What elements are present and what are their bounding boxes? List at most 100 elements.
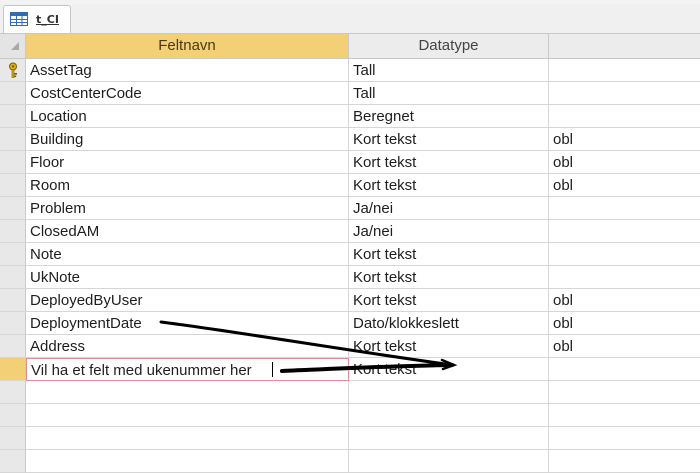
description-cell[interactable] xyxy=(549,59,700,82)
description-cell[interactable] xyxy=(549,381,700,404)
select-all-corner[interactable] xyxy=(0,34,26,58)
field-name-cell[interactable]: Room xyxy=(26,174,349,197)
data-type-cell[interactable]: Kort tekst xyxy=(349,243,549,266)
field-name-cell[interactable] xyxy=(26,404,349,427)
data-type-cell[interactable]: Kort tekst xyxy=(349,289,549,312)
field-name-cell[interactable]: Building xyxy=(26,128,349,151)
row-selector[interactable] xyxy=(0,151,26,174)
field-name-cell[interactable] xyxy=(26,427,349,450)
description-cell[interactable] xyxy=(549,450,700,473)
data-type-cell[interactable]: Dato/klokkeslett xyxy=(349,312,549,335)
table-row[interactable]: Problem Ja/nei xyxy=(0,197,700,220)
column-header-description[interactable] xyxy=(549,34,700,58)
primary-key-icon xyxy=(9,62,17,78)
field-name-cell[interactable]: ClosedAM xyxy=(26,220,349,243)
data-type-cell[interactable] xyxy=(349,427,549,450)
field-name-cell[interactable] xyxy=(26,381,349,404)
field-name-cell[interactable]: AssetTag xyxy=(26,59,349,82)
table-row[interactable]: AssetTag Tall xyxy=(0,59,700,82)
description-cell[interactable] xyxy=(549,82,700,105)
table-row[interactable] xyxy=(0,450,700,473)
description-cell[interactable] xyxy=(549,266,700,289)
row-selector[interactable] xyxy=(0,174,26,197)
data-type-cell[interactable] xyxy=(349,381,549,404)
table-row[interactable]: ClosedAM Ja/nei xyxy=(0,220,700,243)
row-selector[interactable] xyxy=(0,266,26,289)
description-cell[interactable]: obl xyxy=(549,128,700,151)
description-cell[interactable]: obl xyxy=(549,174,700,197)
text-cursor xyxy=(272,362,273,377)
field-name-cell[interactable]: Vil ha et felt med ukenummer her xyxy=(26,358,349,381)
row-selector[interactable] xyxy=(0,381,26,404)
description-cell[interactable] xyxy=(549,105,700,128)
data-type-cell[interactable]: Kort tekst xyxy=(349,128,549,151)
description-cell[interactable] xyxy=(549,197,700,220)
tab-title: t_CI xyxy=(36,13,59,26)
table-row[interactable] xyxy=(0,381,700,404)
row-selector[interactable] xyxy=(0,82,26,105)
field-name-cell[interactable]: DeployedByUser xyxy=(26,289,349,312)
table-row[interactable]: Note Kort tekst xyxy=(0,243,700,266)
table-row[interactable] xyxy=(0,427,700,450)
data-type-cell[interactable] xyxy=(349,404,549,427)
table-icon xyxy=(10,12,28,26)
table-row[interactable]: Vil ha et felt med ukenummer her Kort tek… xyxy=(0,358,700,381)
table-row[interactable]: CostCenterCode Tall xyxy=(0,82,700,105)
row-selector[interactable] xyxy=(0,243,26,266)
description-cell[interactable] xyxy=(549,427,700,450)
field-name-cell[interactable]: Note xyxy=(26,243,349,266)
description-cell[interactable] xyxy=(549,358,700,381)
table-row[interactable]: Floor Kort tekst obl xyxy=(0,151,700,174)
row-selector[interactable] xyxy=(0,59,26,82)
data-type-cell[interactable]: Ja/nei xyxy=(349,197,549,220)
field-name-cell[interactable]: Location xyxy=(26,105,349,128)
column-header-datatype[interactable]: Datatype xyxy=(349,34,549,58)
data-type-cell[interactable]: Ja/nei xyxy=(349,220,549,243)
row-selector[interactable] xyxy=(0,312,26,335)
field-name-cell[interactable]: UkNote xyxy=(26,266,349,289)
table-row[interactable]: Address Kort tekst obl xyxy=(0,335,700,358)
data-type-cell[interactable]: Tall xyxy=(349,59,549,82)
table-row[interactable]: DeploymentDate Dato/klokkeslett obl xyxy=(0,312,700,335)
field-name-cell[interactable]: CostCenterCode xyxy=(26,82,349,105)
table-row[interactable]: Location Beregnet xyxy=(0,105,700,128)
data-type-cell[interactable]: Kort tekst xyxy=(349,266,549,289)
row-selector[interactable] xyxy=(0,128,26,151)
data-type-cell[interactable]: Kort tekst xyxy=(349,174,549,197)
data-type-cell[interactable]: Kort tekst xyxy=(349,358,549,381)
row-selector[interactable] xyxy=(0,358,26,381)
data-type-cell[interactable] xyxy=(349,450,549,473)
table-row[interactable] xyxy=(0,404,700,427)
row-selector[interactable] xyxy=(0,335,26,358)
data-type-cell[interactable]: Beregnet xyxy=(349,105,549,128)
field-name-cell[interactable] xyxy=(26,450,349,473)
description-cell[interactable]: obl xyxy=(549,312,700,335)
description-cell[interactable]: obl xyxy=(549,335,700,358)
field-name-cell[interactable]: DeploymentDate xyxy=(26,312,349,335)
row-selector[interactable] xyxy=(0,450,26,473)
select-all-triangle xyxy=(11,42,19,50)
tab-t-ci[interactable]: t_CI xyxy=(3,5,71,33)
description-cell[interactable] xyxy=(549,404,700,427)
row-selector[interactable] xyxy=(0,404,26,427)
table-row[interactable]: UkNote Kort tekst xyxy=(0,266,700,289)
field-name-cell[interactable]: Problem xyxy=(26,197,349,220)
field-name-cell[interactable]: Address xyxy=(26,335,349,358)
row-selector[interactable] xyxy=(0,220,26,243)
row-selector[interactable] xyxy=(0,427,26,450)
column-header-feltnavn[interactable]: Feltnavn xyxy=(26,34,349,58)
data-type-cell[interactable]: Tall xyxy=(349,82,549,105)
description-cell[interactable]: obl xyxy=(549,289,700,312)
description-cell[interactable] xyxy=(549,243,700,266)
data-type-cell[interactable]: Kort tekst xyxy=(349,335,549,358)
table-row[interactable]: Room Kort tekst obl xyxy=(0,174,700,197)
description-cell[interactable]: obl xyxy=(549,151,700,174)
table-row[interactable]: Building Kort tekst obl xyxy=(0,128,700,151)
description-cell[interactable] xyxy=(549,220,700,243)
table-row[interactable]: DeployedByUser Kort tekst obl xyxy=(0,289,700,312)
data-type-cell[interactable]: Kort tekst xyxy=(349,151,549,174)
row-selector[interactable] xyxy=(0,289,26,312)
row-selector[interactable] xyxy=(0,197,26,220)
field-name-cell[interactable]: Floor xyxy=(26,151,349,174)
row-selector[interactable] xyxy=(0,105,26,128)
